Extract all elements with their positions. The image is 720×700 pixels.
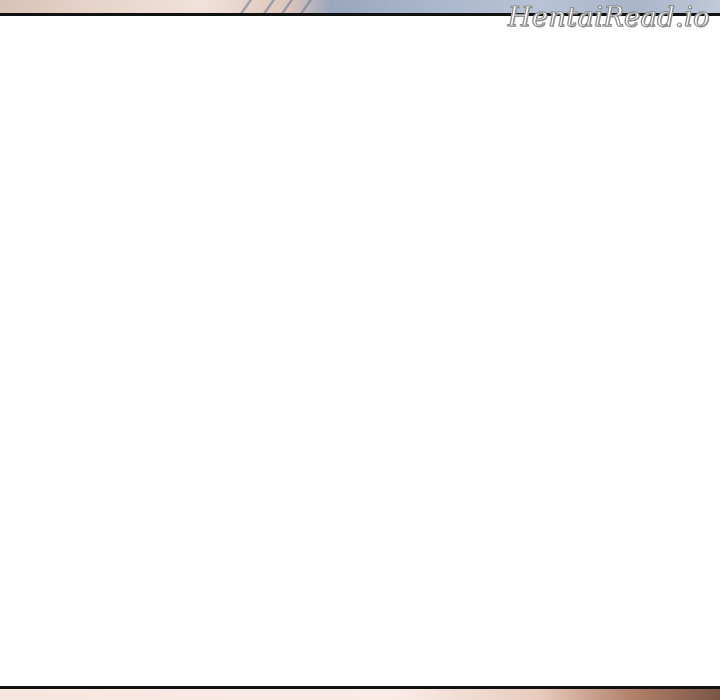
fabric-fold-mark xyxy=(237,0,256,13)
fabric-fold-mark xyxy=(278,0,297,13)
fabric-fold-mark xyxy=(260,0,279,13)
blank-comic-panel xyxy=(0,16,720,686)
fabric-fold-mark xyxy=(297,0,316,13)
next-panel-edge xyxy=(0,689,720,700)
site-watermark: HentaiRead.io xyxy=(507,2,710,34)
